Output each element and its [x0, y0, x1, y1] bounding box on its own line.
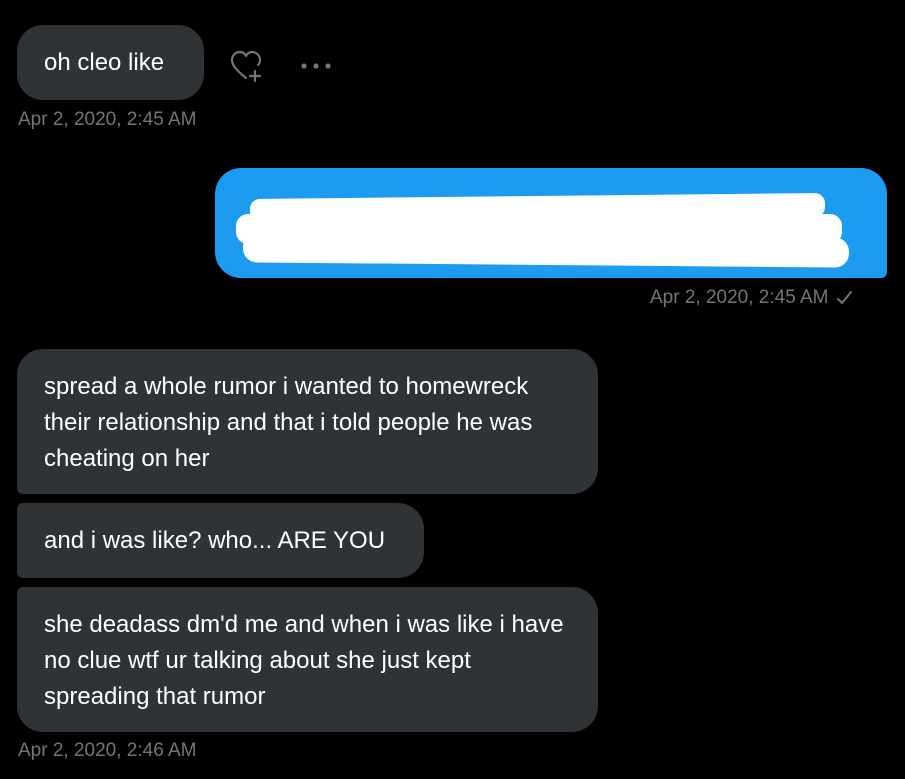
more-button[interactable]	[296, 56, 336, 76]
message-bubble-received[interactable]: and i was like? who... ARE YOU	[17, 503, 424, 578]
message-text: spread a whole rumor i wanted to homewre…	[44, 373, 533, 472]
message-timestamp: Apr 2, 2020, 2:46 AM	[18, 740, 197, 761]
heart-plus-icon	[230, 50, 262, 83]
more-horizontal-icon	[301, 63, 331, 69]
message-text: oh cleo like	[44, 48, 165, 76]
message-bubble-received[interactable]: oh cleo like	[17, 25, 204, 100]
message-text: she deadass dm'd me and when i was like …	[44, 611, 564, 710]
message-timestamp: Apr 2, 2020, 2:45 AM	[650, 287, 853, 309]
timestamp-text: Apr 2, 2020, 2:45 AM	[650, 287, 829, 308]
react-button[interactable]	[226, 46, 266, 86]
message-text: and i was like? who... ARE YOU	[44, 526, 386, 554]
message-bubble-received[interactable]: she deadass dm'd me and when i was like …	[17, 587, 598, 732]
message-bubble-received[interactable]: spread a whole rumor i wanted to homewre…	[17, 349, 598, 494]
message-timestamp: Apr 2, 2020, 2:45 AM	[18, 109, 197, 130]
checkmark-icon	[836, 291, 852, 304]
